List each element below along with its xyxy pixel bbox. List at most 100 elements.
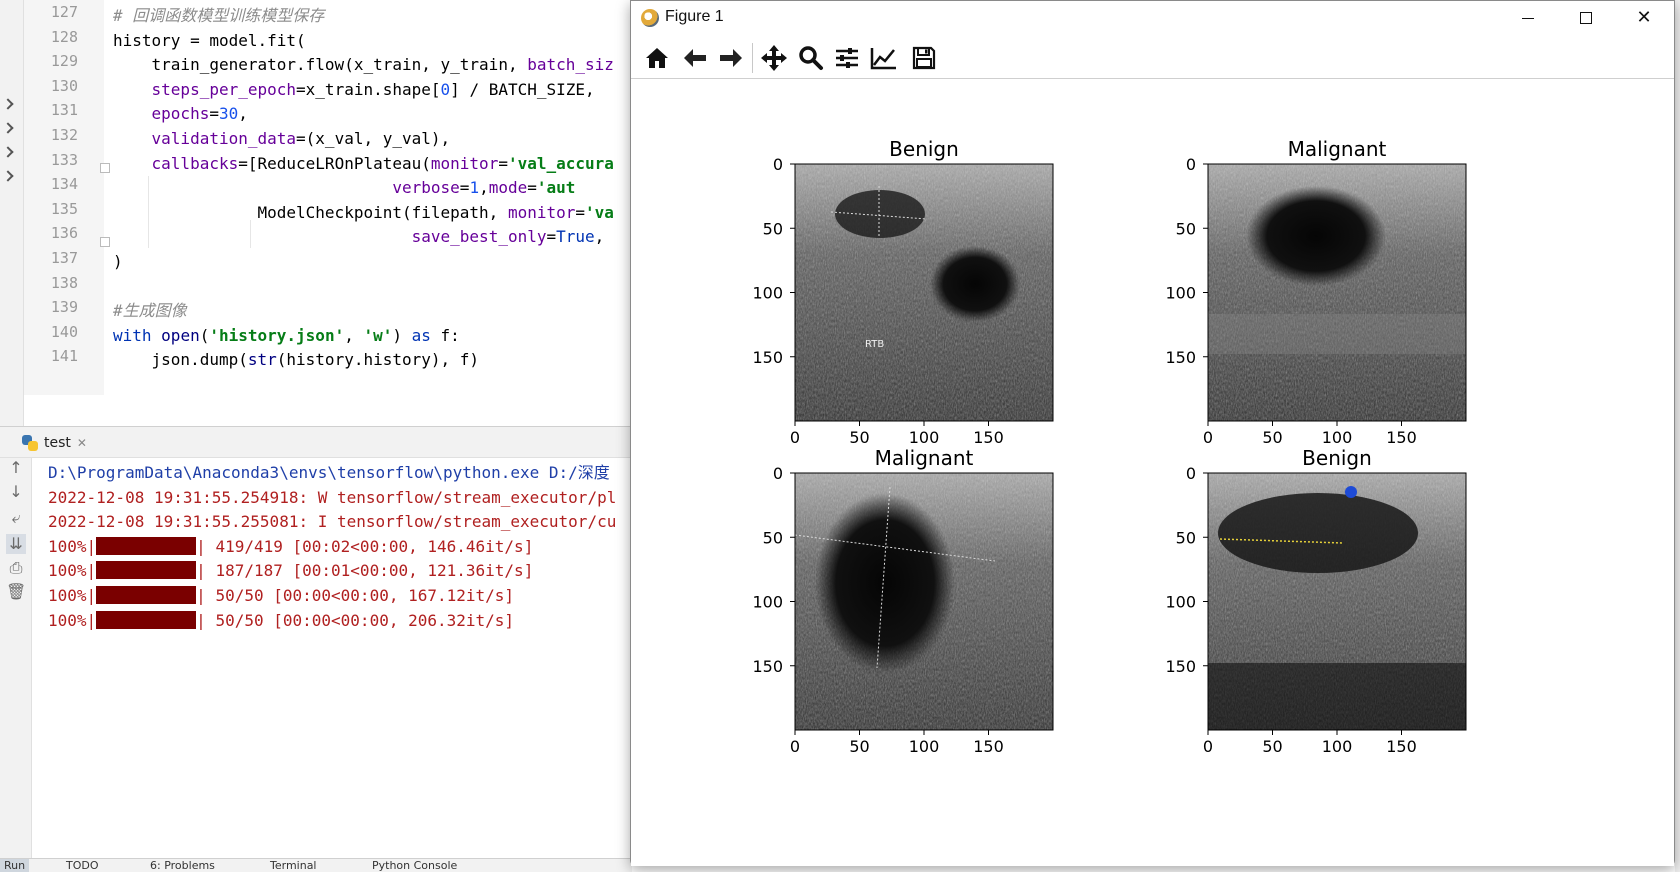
run-tool-header: test ✕: [0, 426, 632, 458]
x-tick-label: 50: [1262, 428, 1282, 447]
back-button[interactable]: [679, 42, 711, 74]
tool-tab-python-console[interactable]: Python Console: [372, 859, 457, 872]
line-number: 129: [50, 52, 78, 71]
subplot: RTB Benign 0 50 100 150 0 50 100 150: [752, 137, 1054, 447]
code-token: (history.history), f): [276, 350, 480, 370]
code-line[interactable]: train_generator.flow(x_train, y_train, b…: [113, 52, 614, 78]
image-annotation: RTB: [865, 339, 884, 350]
line-number: 132: [50, 126, 78, 144]
fold-marker-icon[interactable]: [100, 163, 110, 173]
run-tab-test[interactable]: test ✕: [22, 431, 87, 455]
y-tick-label: 0: [773, 155, 783, 174]
code-line[interactable]: epochs=30,: [113, 101, 248, 127]
code-token: 0: [440, 79, 451, 99]
code-token: 30: [218, 104, 239, 124]
tool-tab-terminal[interactable]: Terminal: [270, 859, 317, 872]
progress-percent: 100%|: [48, 561, 97, 581]
fold-marker-icon[interactable]: [100, 237, 110, 247]
code-token: 'val_accura: [507, 153, 614, 173]
zoom-button[interactable]: [795, 42, 827, 74]
code-line[interactable]: callbacks=[ReduceLROnPlateau(monitor='va…: [113, 151, 614, 177]
subplot-grid: RTBBenign0 50 100 150050100150Malignant0 50 1…: [752, 137, 1467, 756]
code-token: =[ReduceLROnPlateau(: [238, 153, 431, 173]
code-token: (: [199, 325, 210, 345]
edit-axes-button[interactable]: [868, 42, 900, 74]
code-line[interactable]: verbose=1,mode='aut: [113, 175, 575, 201]
code-line[interactable]: #生成图像: [113, 298, 187, 324]
print-icon[interactable]: ⎙: [6, 558, 26, 578]
chevron-right-icon[interactable]: [2, 122, 14, 134]
code-line[interactable]: # 回调函数模型训练模型保存: [113, 3, 324, 29]
y-tick-label: 50: [1176, 528, 1196, 547]
up-arrow-icon[interactable]: ↑: [6, 458, 26, 478]
code-line[interactable]: steps_per_epoch=x_train.shape[0] / BATCH…: [113, 77, 595, 103]
minimize-button[interactable]: [1499, 1, 1557, 35]
code-line[interactable]: save_best_only=True,: [113, 224, 605, 250]
code-line[interactable]: with open('history.json', 'w') as f:: [113, 323, 460, 349]
code-token: ): [113, 252, 123, 271]
lesion-region: [1246, 186, 1386, 286]
y-tick-label: 150: [752, 348, 783, 367]
x-tick-label: 50: [849, 428, 869, 447]
code-line[interactable]: history = model.fit(: [113, 28, 306, 54]
figure-toolbar: [631, 37, 1674, 79]
code-line[interactable]: ): [113, 249, 123, 275]
figure-window: Figure 1 ✕ RTB Benign 0 50 100 150 0 50 …: [630, 0, 1675, 866]
code-token: str: [247, 350, 277, 370]
run-console-output[interactable]: D:\ProgramData\Anaconda3\envs\tensorflow…: [44, 460, 634, 860]
chevron-right-icon[interactable]: [2, 98, 14, 110]
line-number: 139: [50, 298, 78, 317]
console-line: 2022-12-08 19:31:55.255081: I tensorflow…: [48, 512, 617, 532]
code-token: #生成图像: [113, 301, 187, 321]
code-token: =: [209, 104, 219, 124]
scroll-to-end-icon[interactable]: ⇊: [6, 534, 26, 554]
trash-icon[interactable]: 🗑: [6, 582, 26, 602]
code-token: 'va: [585, 202, 614, 222]
x-tick-label: 0: [1203, 737, 1213, 756]
x-tick-label: 0: [790, 737, 800, 756]
chevron-right-icon[interactable]: [2, 170, 14, 182]
y-tick-label: 100: [752, 284, 783, 303]
line-number: 141: [50, 347, 78, 366]
figure-titlebar[interactable]: Figure 1 ✕: [631, 1, 1674, 35]
console-line: D:\ProgramData\Anaconda3\envs\tensorflow…: [48, 463, 610, 482]
tool-tab-run[interactable]: Run: [0, 859, 30, 872]
code-editor[interactable]: # 回调函数模型训练模型保存 history = model.fit( train…: [113, 0, 633, 395]
configure-subplots-button[interactable]: [831, 42, 863, 74]
console-line: 100%| | 419/419 [00:02<00:00, 146.46it/s]: [48, 534, 533, 560]
soft-wrap-icon[interactable]: ⤶: [6, 508, 26, 528]
chevron-right-icon[interactable]: [2, 146, 14, 158]
line-number: 128: [50, 27, 78, 46]
code-line[interactable]: json.dump(str(history.history), f): [113, 347, 480, 373]
figure-canvas[interactable]: RTB Benign 0 50 100 150 0 50 100 150 Malignant 0 50 1…: [631, 80, 1674, 866]
home-button[interactable]: [641, 42, 673, 74]
progress-bar: [96, 561, 197, 580]
tool-tab-todo[interactable]: TODO: [66, 859, 99, 872]
x-tick-label: 100: [909, 737, 940, 756]
line-number: 135: [50, 199, 78, 218]
console-line: 100%| | 187/187 [00:01<00:00, 121.36it/s]: [48, 558, 533, 584]
close-button[interactable]: ✕: [1615, 1, 1673, 35]
code-token: as: [411, 325, 431, 345]
tool-tab-problems[interactable]: 6: Problems: [150, 859, 215, 872]
code-line[interactable]: validation_data=(x_val, y_val),: [113, 126, 451, 152]
pan-button[interactable]: [758, 42, 790, 74]
down-arrow-icon[interactable]: ↓: [6, 482, 26, 502]
y-tick-label: 100: [1165, 284, 1196, 303]
y-tick-label: 50: [763, 219, 783, 238]
maximize-button[interactable]: [1557, 1, 1615, 35]
code-token: ModelCheckpoint(filepath,: [113, 202, 508, 222]
window-title: Figure 1: [665, 8, 724, 25]
save-figure-button[interactable]: [908, 42, 940, 74]
subplot: Malignant 0 50 100 150 0 50 100 150: [1165, 137, 1467, 447]
code-token: ,: [594, 227, 605, 247]
x-tick-label: 150: [973, 428, 1004, 447]
forward-button[interactable]: [715, 42, 747, 74]
code-line[interactable]: ModelCheckpoint(filepath, monitor='va: [113, 200, 614, 226]
close-icon[interactable]: ✕: [77, 436, 87, 450]
